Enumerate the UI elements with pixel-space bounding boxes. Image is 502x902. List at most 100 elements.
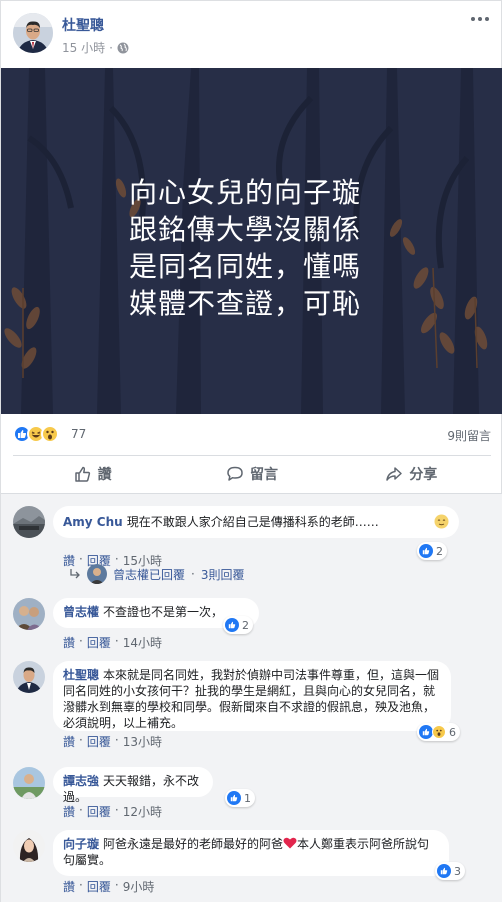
action-bar: 讚 留言 分享	[13, 456, 491, 492]
image-text-line-3: 是同名同姓，懂嗎	[129, 250, 362, 283]
comment-time[interactable]: 12小時	[123, 803, 162, 820]
comment-text-part1: 阿爸永遠是最好的老師最好的阿爸	[103, 837, 284, 851]
comment-time[interactable]: 13小時	[123, 733, 162, 750]
comment-text: 本來就是同名同姓，我對於偵辦中司法事件尊重，但，這與一個同名同姓的小女孩何干？扯…	[63, 668, 440, 730]
comment-item: 杜聖聰 本來就是同名同姓，我對於偵辦中司法事件尊重，但，這與一個同名同姓的小女孩何…	[13, 661, 491, 753]
comment-actions: 讚 · 回覆 · 13小時	[63, 733, 162, 750]
comment-reaction-count: 3	[454, 864, 461, 878]
comment-item: 向子璇 阿爸永遠是最好的老師最好的阿爸 本人鄭重表示阿爸所說句句屬實。 3 讚 · …	[13, 830, 491, 896]
comment-reply-link[interactable]: 回覆	[87, 878, 111, 895]
image-text-line-2: 跟銘傳大學沒關係	[129, 213, 362, 246]
reaction-icons[interactable]	[13, 425, 59, 443]
reply-count: 3則回覆	[200, 567, 245, 582]
post-card: 杜聖聰 15 小時 · 向心女兒的向子璇 跟銘傳大學沒關係 是同名同姓，懂嗎 媒…	[0, 0, 502, 902]
comment-text: 不查證也不是第一次，	[103, 605, 224, 619]
comment-reactions[interactable]: 1	[225, 789, 255, 807]
reply-arrow-icon	[70, 569, 80, 579]
comment-bubble: 杜聖聰 本來就是同名同姓，我對於偵辦中司法事件尊重，但，這與一個同名同姓的小女孩何…	[53, 661, 451, 731]
comment-time[interactable]: 14小時	[123, 634, 162, 651]
comment-actions: 讚 · 回覆 · 12小時	[63, 803, 162, 820]
wow-reaction-icon	[41, 425, 59, 443]
commenter-avatar[interactable]	[13, 830, 45, 862]
comment-actions: 讚 · 回覆 · 14小時	[63, 634, 162, 651]
more-options-icon[interactable]	[471, 17, 489, 27]
comment-actions: 讚 · 回覆 · 9小時	[63, 878, 154, 895]
heart-icon	[283, 837, 297, 849]
comment-reply-link[interactable]: 回覆	[87, 733, 111, 750]
separator: ·	[79, 803, 83, 817]
author-name[interactable]: 杜聖聰	[62, 15, 104, 35]
comment-reactions[interactable]: 2	[417, 542, 447, 560]
like-reaction-icon	[437, 864, 451, 878]
meta-separator: ·	[109, 40, 113, 55]
post-header: 杜聖聰 15 小時 ·	[13, 13, 491, 57]
like-reaction-icon	[419, 725, 433, 739]
comment-reply-link[interactable]: 回覆	[87, 634, 111, 651]
comment-time[interactable]: 9小時	[123, 878, 155, 895]
comment-like-link[interactable]: 讚	[63, 634, 75, 651]
reply-summary-text: 曾志權已回覆	[113, 567, 186, 582]
comment-reactions[interactable]: 3	[435, 862, 465, 880]
like-reaction-icon	[419, 544, 433, 558]
like-reaction-icon	[225, 618, 239, 632]
separator: ·	[114, 733, 119, 747]
separator: ·	[114, 803, 119, 817]
separator: ·	[114, 634, 119, 648]
separator: ·	[79, 878, 83, 892]
commenter-avatar[interactable]	[13, 506, 45, 538]
comment-bubble: Amy Chu 現在不敢跟人家介紹自己是傳播科系的老師……	[53, 506, 459, 538]
post-meta: 15 小時 ·	[62, 39, 129, 56]
comments-section: Amy Chu 現在不敢跟人家介紹自己是傳播科系的老師…… 2 讚 · 回覆 · …	[1, 493, 502, 902]
thumbs-up-icon	[74, 466, 90, 482]
post-time[interactable]: 15 小時	[62, 39, 105, 56]
globe-icon[interactable]	[117, 42, 129, 54]
share-button[interactable]: 分享	[332, 456, 491, 492]
comment-reaction-count: 2	[436, 544, 443, 558]
post-image[interactable]: 向心女兒的向子璇 跟銘傳大學沒關係 是同名同姓，懂嗎 媒體不查證，可恥	[1, 68, 502, 414]
wow-reaction-icon	[432, 725, 446, 739]
comment-item: 曾志權 不查證也不是第一次， 2 讚 · 回覆 · 14小時	[13, 598, 491, 651]
comment-bubble-icon	[227, 466, 243, 481]
commenter-name[interactable]: Amy Chu	[63, 515, 123, 529]
share-arrow-icon	[386, 467, 403, 481]
commenter-avatar[interactable]	[13, 661, 45, 693]
commenter-name[interactable]: 曾志權	[63, 605, 99, 619]
like-button-label: 讚	[97, 467, 112, 483]
image-text-line-1: 向心女兒的向子璇	[129, 176, 362, 209]
author-avatar[interactable]	[13, 13, 53, 53]
commenter-name[interactable]: 杜聖聰	[63, 668, 99, 682]
comment-count[interactable]: 9則留言	[447, 427, 491, 444]
comment-item: 譚志強 天天報錯，永不改過。 1 讚 · 回覆 · 12小時	[13, 767, 491, 820]
comment-text: 現在不敢跟人家介紹自己是傳播科系的老師……	[126, 515, 379, 529]
comment-button-label: 留言	[249, 467, 278, 483]
like-button[interactable]: 讚	[13, 456, 172, 492]
comment-bubble: 譚志強 天天報錯，永不改過。	[53, 767, 213, 804]
comment-bubble: 向子璇 阿爸永遠是最好的老師最好的阿爸 本人鄭重表示阿爸所說句句屬實。	[53, 830, 449, 876]
comment-like-link[interactable]: 讚	[63, 733, 75, 750]
comment-reply-link[interactable]: 回覆	[87, 803, 111, 820]
commenter-avatar[interactable]	[13, 767, 45, 799]
image-text-line-4: 媒體不查證，可恥	[129, 287, 362, 320]
comment-reaction-count: 2	[242, 618, 249, 632]
comment-button[interactable]: 留言	[172, 456, 331, 492]
reaction-count[interactable]: 77	[71, 427, 86, 441]
comment-reaction-count: 6	[449, 725, 456, 739]
comment-reactions[interactable]: 6	[417, 723, 460, 741]
share-button-label: 分享	[409, 467, 438, 483]
comment-reaction-count: 1	[244, 791, 251, 805]
like-reaction-icon	[227, 791, 241, 805]
separator: ·	[191, 567, 195, 581]
reactions-bar: 77 9則留言	[13, 423, 491, 447]
separator: ·	[114, 878, 119, 892]
post-image-text: 向心女兒的向子璇 跟銘傳大學沒關係 是同名同姓，懂嗎 媒體不查證，可恥	[129, 174, 389, 322]
commenter-name[interactable]: 向子璇	[63, 837, 99, 851]
comment-like-link[interactable]: 讚	[63, 803, 75, 820]
replier-avatar	[87, 564, 107, 584]
comment-like-link[interactable]: 讚	[63, 878, 75, 895]
separator: ·	[79, 634, 83, 648]
commenter-avatar[interactable]	[13, 598, 45, 630]
separator: ·	[79, 733, 83, 747]
comment-reactions[interactable]: 2	[223, 616, 253, 634]
view-replies[interactable]: 曾志權已回覆 · 3則回覆	[69, 564, 244, 584]
commenter-name[interactable]: 譚志強	[63, 774, 99, 788]
